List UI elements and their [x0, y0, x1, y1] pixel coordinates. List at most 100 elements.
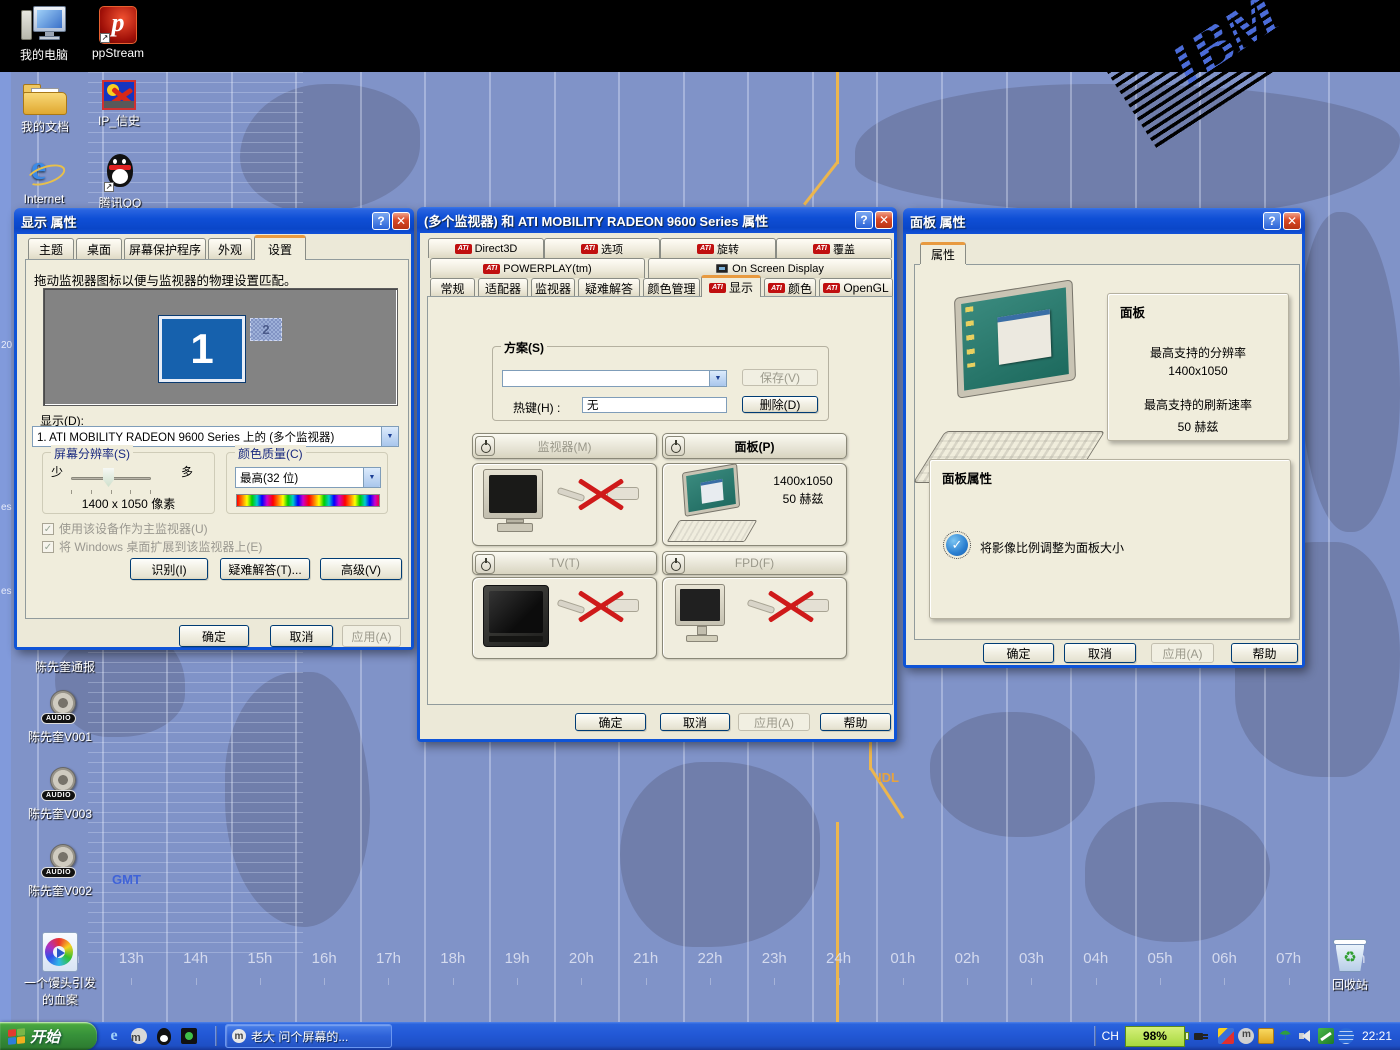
- desktop-icon-internet[interactable]: Internet: [12, 156, 76, 206]
- titlebar[interactable]: 显示 属性 ? ✕: [14, 208, 414, 234]
- wallpaper-text-fragment: es: [1, 502, 12, 513]
- desktop-icon-my-computer[interactable]: 我的电脑: [14, 6, 74, 63]
- ok-button[interactable]: 确定: [179, 625, 249, 647]
- tab-overlay[interactable]: ATI覆盖: [776, 238, 892, 258]
- power-toggle-icon[interactable]: [475, 554, 495, 574]
- close-icon[interactable]: ✕: [875, 211, 893, 229]
- start-button[interactable]: 开始: [0, 1022, 97, 1050]
- scheme-select[interactable]: [502, 370, 727, 387]
- tab-adapter[interactable]: 适配器: [478, 278, 528, 297]
- tab-opengl[interactable]: ATIOpenGL: [819, 278, 893, 297]
- tab-color-management[interactable]: 颜色管理: [643, 278, 700, 297]
- resolution-slider-thumb[interactable]: [103, 468, 114, 487]
- desktop-icon-ip-messenger[interactable]: IP_信史: [88, 80, 150, 129]
- tray-mail-icon[interactable]: [1258, 1028, 1274, 1044]
- task-button[interactable]: 老大 问个屏幕的...: [225, 1024, 392, 1048]
- tab-rotation[interactable]: ATI旋转: [660, 238, 776, 258]
- desktop-icon-ppstream[interactable]: ppStream: [88, 6, 148, 60]
- help-icon[interactable]: ?: [1263, 212, 1281, 230]
- desktop-icon-audio-file[interactable]: AUDIO 陈先奎V002: [4, 844, 116, 899]
- battery-indicator[interactable]: 98%: [1125, 1026, 1185, 1047]
- tab-display[interactable]: ATI显示: [701, 275, 761, 297]
- ati-logo-icon: ATI: [483, 264, 500, 274]
- tray-paint-icon[interactable]: [1218, 1028, 1234, 1044]
- chevron-down-icon[interactable]: [363, 468, 380, 487]
- advanced-button[interactable]: 高级(V): [320, 558, 402, 580]
- tab-screensaver[interactable]: 屏幕保护程序: [124, 238, 206, 260]
- identify-button[interactable]: 识别(I): [130, 558, 208, 580]
- quicklaunch-maxthon[interactable]: [130, 1027, 148, 1045]
- quicklaunch-media[interactable]: [180, 1027, 198, 1045]
- tab-properties[interactable]: 属性: [920, 242, 966, 264]
- tab-on-screen-display[interactable]: On Screen Display: [648, 258, 892, 278]
- monitor-1[interactable]: 1: [159, 316, 245, 382]
- tab-color[interactable]: ATI颜色: [764, 278, 816, 297]
- taskbar: 开始 老大 问个屏幕的... CH 98% 22:21: [0, 1022, 1400, 1050]
- desktop-icon-audio-report[interactable]: 陈先奎通报: [10, 656, 120, 675]
- tab-powerplay[interactable]: ATIPOWERPLAY(tm): [430, 258, 645, 278]
- power-toggle-icon[interactable]: [665, 554, 685, 574]
- display-select[interactable]: 1. ATI MOBILITY RADEON 9600 Series 上的 (多…: [32, 426, 399, 447]
- quicklaunch-internet-explorer[interactable]: [105, 1027, 123, 1045]
- tab-theme[interactable]: 主题: [28, 238, 74, 260]
- desktop-icon-qq[interactable]: 腾讯QQ: [90, 154, 150, 211]
- hotkey-field[interactable]: 无: [582, 397, 727, 413]
- tab-direct3d[interactable]: ATIDirect3D: [428, 238, 544, 258]
- desktop-icon-movie[interactable]: 一个馒头引发 的血案: [0, 932, 120, 1008]
- desktop-icon-recycle-bin[interactable]: 回收站: [1322, 936, 1378, 993]
- close-icon[interactable]: ✕: [392, 212, 410, 230]
- power-toggle-icon[interactable]: [665, 436, 685, 456]
- desktop-icon-audio-file[interactable]: AUDIO 陈先奎V003: [4, 767, 116, 822]
- tab-monitor[interactable]: 监视器: [531, 278, 575, 297]
- help-button[interactable]: 帮助: [820, 713, 891, 731]
- cancel-button[interactable]: 取消: [660, 713, 730, 731]
- cancel-button[interactable]: 取消: [270, 625, 333, 647]
- primary-monitor-row: 使用该设备作为主监视器(U): [42, 520, 208, 537]
- close-icon[interactable]: ✕: [1283, 212, 1301, 230]
- tray-volume-icon[interactable]: [1298, 1028, 1314, 1044]
- tab-desktop[interactable]: 桌面: [76, 238, 122, 260]
- tray-clock[interactable]: 22:21: [1362, 1029, 1392, 1043]
- quicklaunch-qq[interactable]: [155, 1027, 173, 1045]
- desktop-icon-audio-file[interactable]: AUDIO 陈先奎V001: [4, 690, 116, 745]
- ok-button[interactable]: 确定: [575, 713, 646, 731]
- tray-maxthon-icon[interactable]: [1238, 1028, 1254, 1044]
- timezone-hour-label: 23h: [757, 950, 791, 967]
- icon-label: 的血案: [42, 991, 78, 1008]
- panel-info-group: 面板 最高支持的分辨率 1400x1050 最高支持的刷新速率 50 赫兹: [1107, 293, 1289, 441]
- tray-antivirus-icon[interactable]: [1318, 1028, 1334, 1044]
- tab-settings[interactable]: 设置: [254, 235, 306, 260]
- tray-umbrella-icon[interactable]: [1278, 1028, 1294, 1044]
- tab-general[interactable]: 常规: [430, 278, 475, 297]
- cancel-button[interactable]: 取消: [1064, 643, 1136, 663]
- ati-logo-icon: ATI: [768, 283, 785, 293]
- titlebar[interactable]: 面板 属性 ? ✕: [903, 208, 1305, 234]
- tray-network-icon[interactable]: [1338, 1028, 1354, 1044]
- help-icon[interactable]: ?: [855, 211, 873, 229]
- timezone-hour-label: 03h: [1014, 950, 1048, 967]
- scale-image-checkbox[interactable]: [946, 534, 968, 556]
- slider-ticks: [71, 490, 151, 494]
- troubleshoot-button[interactable]: 疑难解答(T)...: [220, 558, 310, 580]
- icon-label: IP_信史: [98, 112, 140, 129]
- speaker-icon: AUDIO: [41, 767, 79, 803]
- language-indicator[interactable]: CH: [1102, 1029, 1119, 1043]
- color-quality-select[interactable]: 最高(32 位): [235, 467, 381, 488]
- help-icon[interactable]: ?: [372, 212, 390, 230]
- chevron-down-icon[interactable]: [709, 371, 726, 386]
- timezone-hour-label: 02h: [950, 950, 984, 967]
- resolution-less-label: 少: [51, 463, 63, 480]
- delete-button[interactable]: 删除(D): [742, 396, 818, 413]
- tab-appearance[interactable]: 外观: [208, 238, 252, 260]
- tab-options[interactable]: ATI选项: [544, 238, 660, 258]
- power-toggle-icon[interactable]: [475, 436, 495, 456]
- desktop-icon-my-documents[interactable]: 我的文档: [14, 82, 76, 135]
- tab-troubleshoot[interactable]: 疑难解答: [578, 278, 640, 297]
- ok-button[interactable]: 确定: [983, 643, 1054, 663]
- help-button[interactable]: 帮助: [1231, 643, 1298, 663]
- chevron-down-icon[interactable]: [381, 427, 398, 446]
- maxthon-icon: [131, 1028, 147, 1044]
- monitor-2[interactable]: 2: [250, 318, 282, 341]
- titlebar[interactable]: (多个监视器) 和 ATI MOBILITY RADEON 9600 Serie…: [417, 207, 897, 233]
- ac-power-icon: [1192, 1029, 1208, 1043]
